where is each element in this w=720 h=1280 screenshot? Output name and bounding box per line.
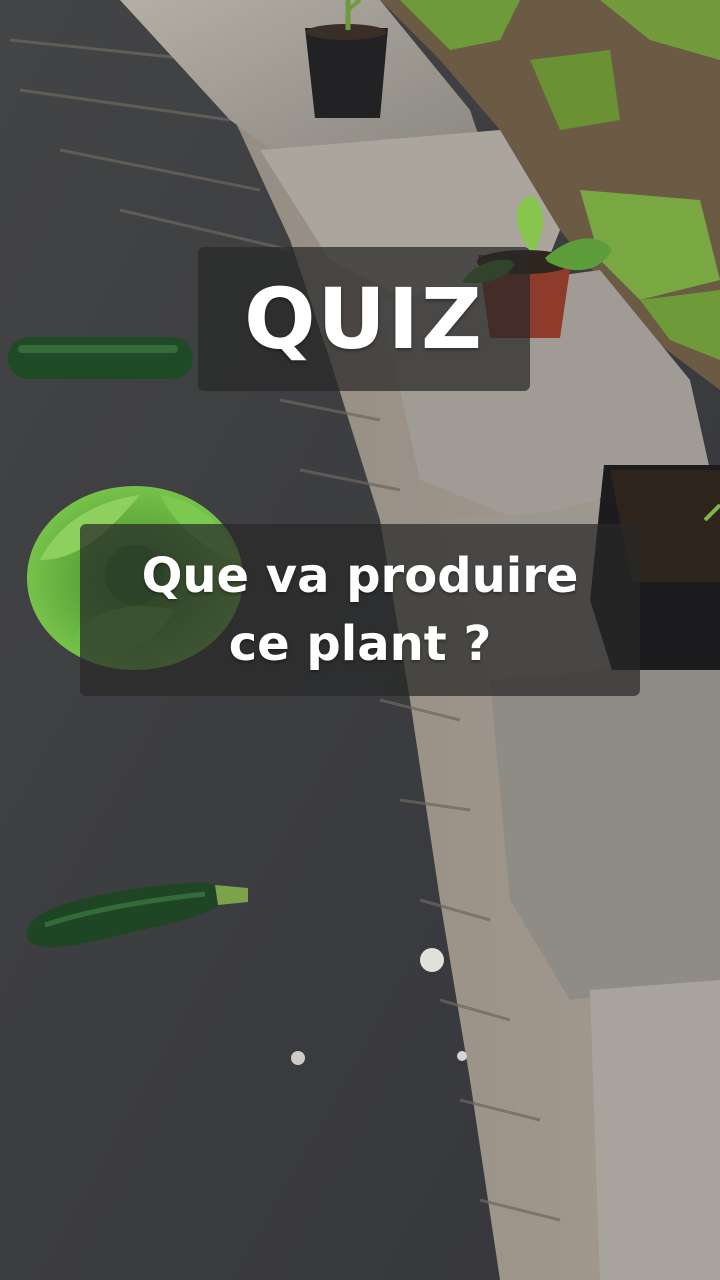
pebble (457, 1051, 467, 1061)
video-frame: QUIZ Que va produire ce plant ? (0, 0, 720, 1280)
question-line-2: ce plant ? (228, 616, 492, 672)
zucchini (8, 337, 193, 379)
question-banner: Que va produire ce plant ? (80, 524, 640, 696)
quiz-title-banner: QUIZ (198, 247, 530, 391)
cap-stone (590, 980, 720, 1280)
question-line-1: Que va produire (141, 548, 579, 604)
pebble (420, 948, 444, 972)
pebble (291, 1051, 305, 1065)
quiz-title: QUIZ (244, 270, 484, 368)
